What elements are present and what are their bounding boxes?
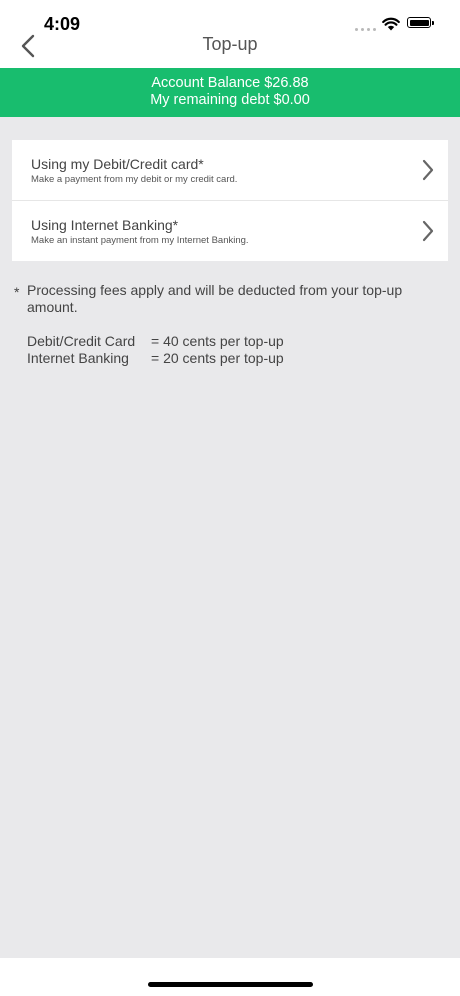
option-internet-banking[interactable]: Using Internet Banking* Make an instant …	[12, 200, 448, 261]
home-indicator[interactable]	[148, 982, 313, 987]
cellular-signal-icon	[355, 28, 377, 32]
fee-row: Debit/Credit Card = 40 cents per top-up	[27, 333, 427, 350]
note-asterisk: *	[14, 284, 20, 300]
bottom-safe-area	[0, 958, 460, 996]
fee-row: Internet Banking = 20 cents per top-up	[27, 350, 427, 367]
fees-list: Debit/Credit Card = 40 cents per top-up …	[27, 333, 427, 367]
chevron-right-icon	[422, 220, 434, 242]
chevron-right-icon	[422, 159, 434, 181]
option-title: Using my Debit/Credit card*	[31, 156, 204, 172]
option-description: Make a payment from my debit or my credi…	[31, 174, 238, 185]
fee-value: = 40 cents per top-up	[151, 333, 284, 349]
account-balance: Account Balance $26.88	[151, 75, 309, 91]
status-time: 4:09	[44, 14, 81, 34]
fee-value: = 20 cents per top-up	[151, 350, 284, 366]
nav-bar: Top-up	[0, 34, 460, 68]
topup-options: Using my Debit/Credit card* Make a payme…	[12, 140, 448, 261]
wifi-icon	[382, 17, 400, 31]
balance-banner: Account Balance $26.88 My remaining debt…	[0, 68, 460, 117]
option-title: Using Internet Banking*	[31, 217, 179, 233]
remaining-debt: My remaining debt $0.00	[150, 92, 310, 108]
fees-note-text: Processing fees apply and will be deduct…	[27, 282, 403, 315]
battery-icon	[407, 17, 434, 28]
fee-label: Internet Banking	[27, 350, 129, 366]
page-title: Top-up	[202, 34, 258, 54]
option-debit-credit-card[interactable]: Using my Debit/Credit card* Make a payme…	[12, 140, 448, 200]
fee-label: Debit/Credit Card	[27, 333, 136, 349]
option-description: Make an instant payment from my Internet…	[31, 235, 249, 246]
